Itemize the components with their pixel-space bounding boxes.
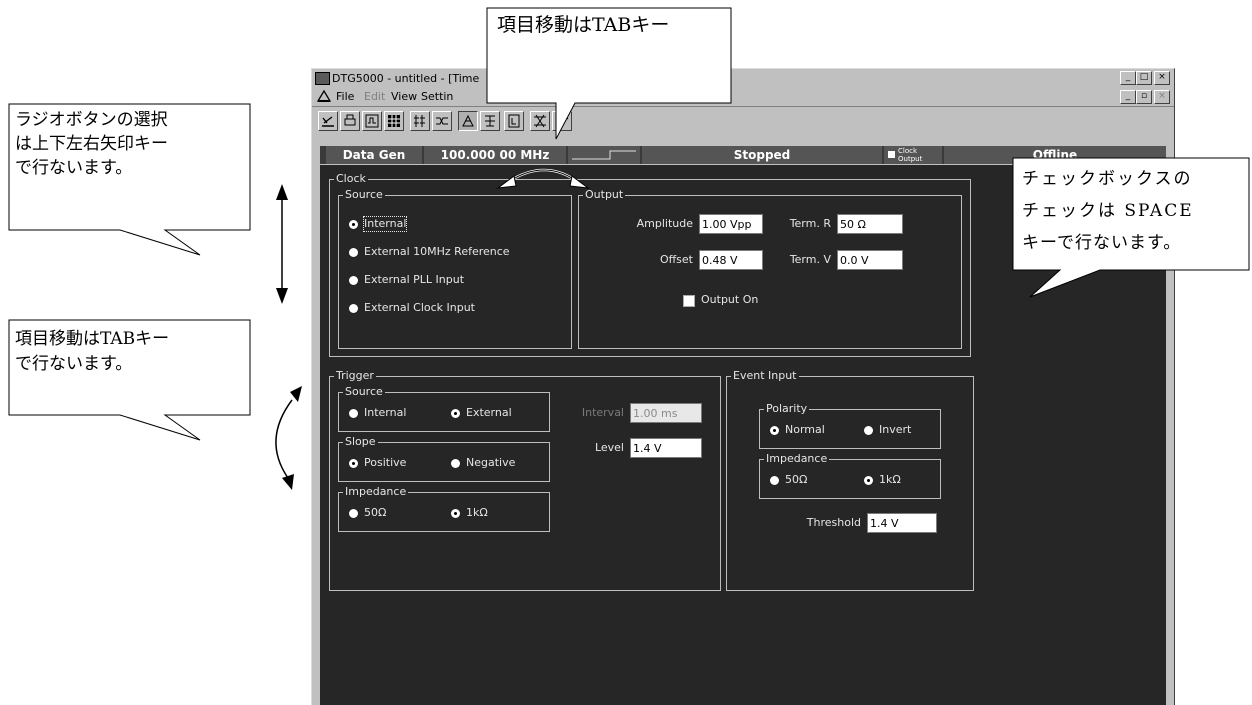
callout-radio-line3: で行ないます。 [15, 158, 133, 178]
callout-radio-line1: ラジオボタンの選択 [15, 110, 168, 130]
callout-check-line3: キーで行ないます。 [1022, 233, 1182, 253]
callout-check-line1: チェックボックスの [1022, 169, 1193, 189]
callout-tab-line2: で行ないます。 [15, 354, 133, 374]
callout-shapes [8, 7, 1250, 490]
callout-tab-line1: 項目移動はTABキー [15, 329, 170, 349]
callout-radio-line2: は上下左右矢印キー [15, 134, 168, 154]
callout-top-text: 項目移動はTABキー [497, 14, 670, 36]
callout-check-line2: チェックは SPACE [1022, 201, 1194, 221]
